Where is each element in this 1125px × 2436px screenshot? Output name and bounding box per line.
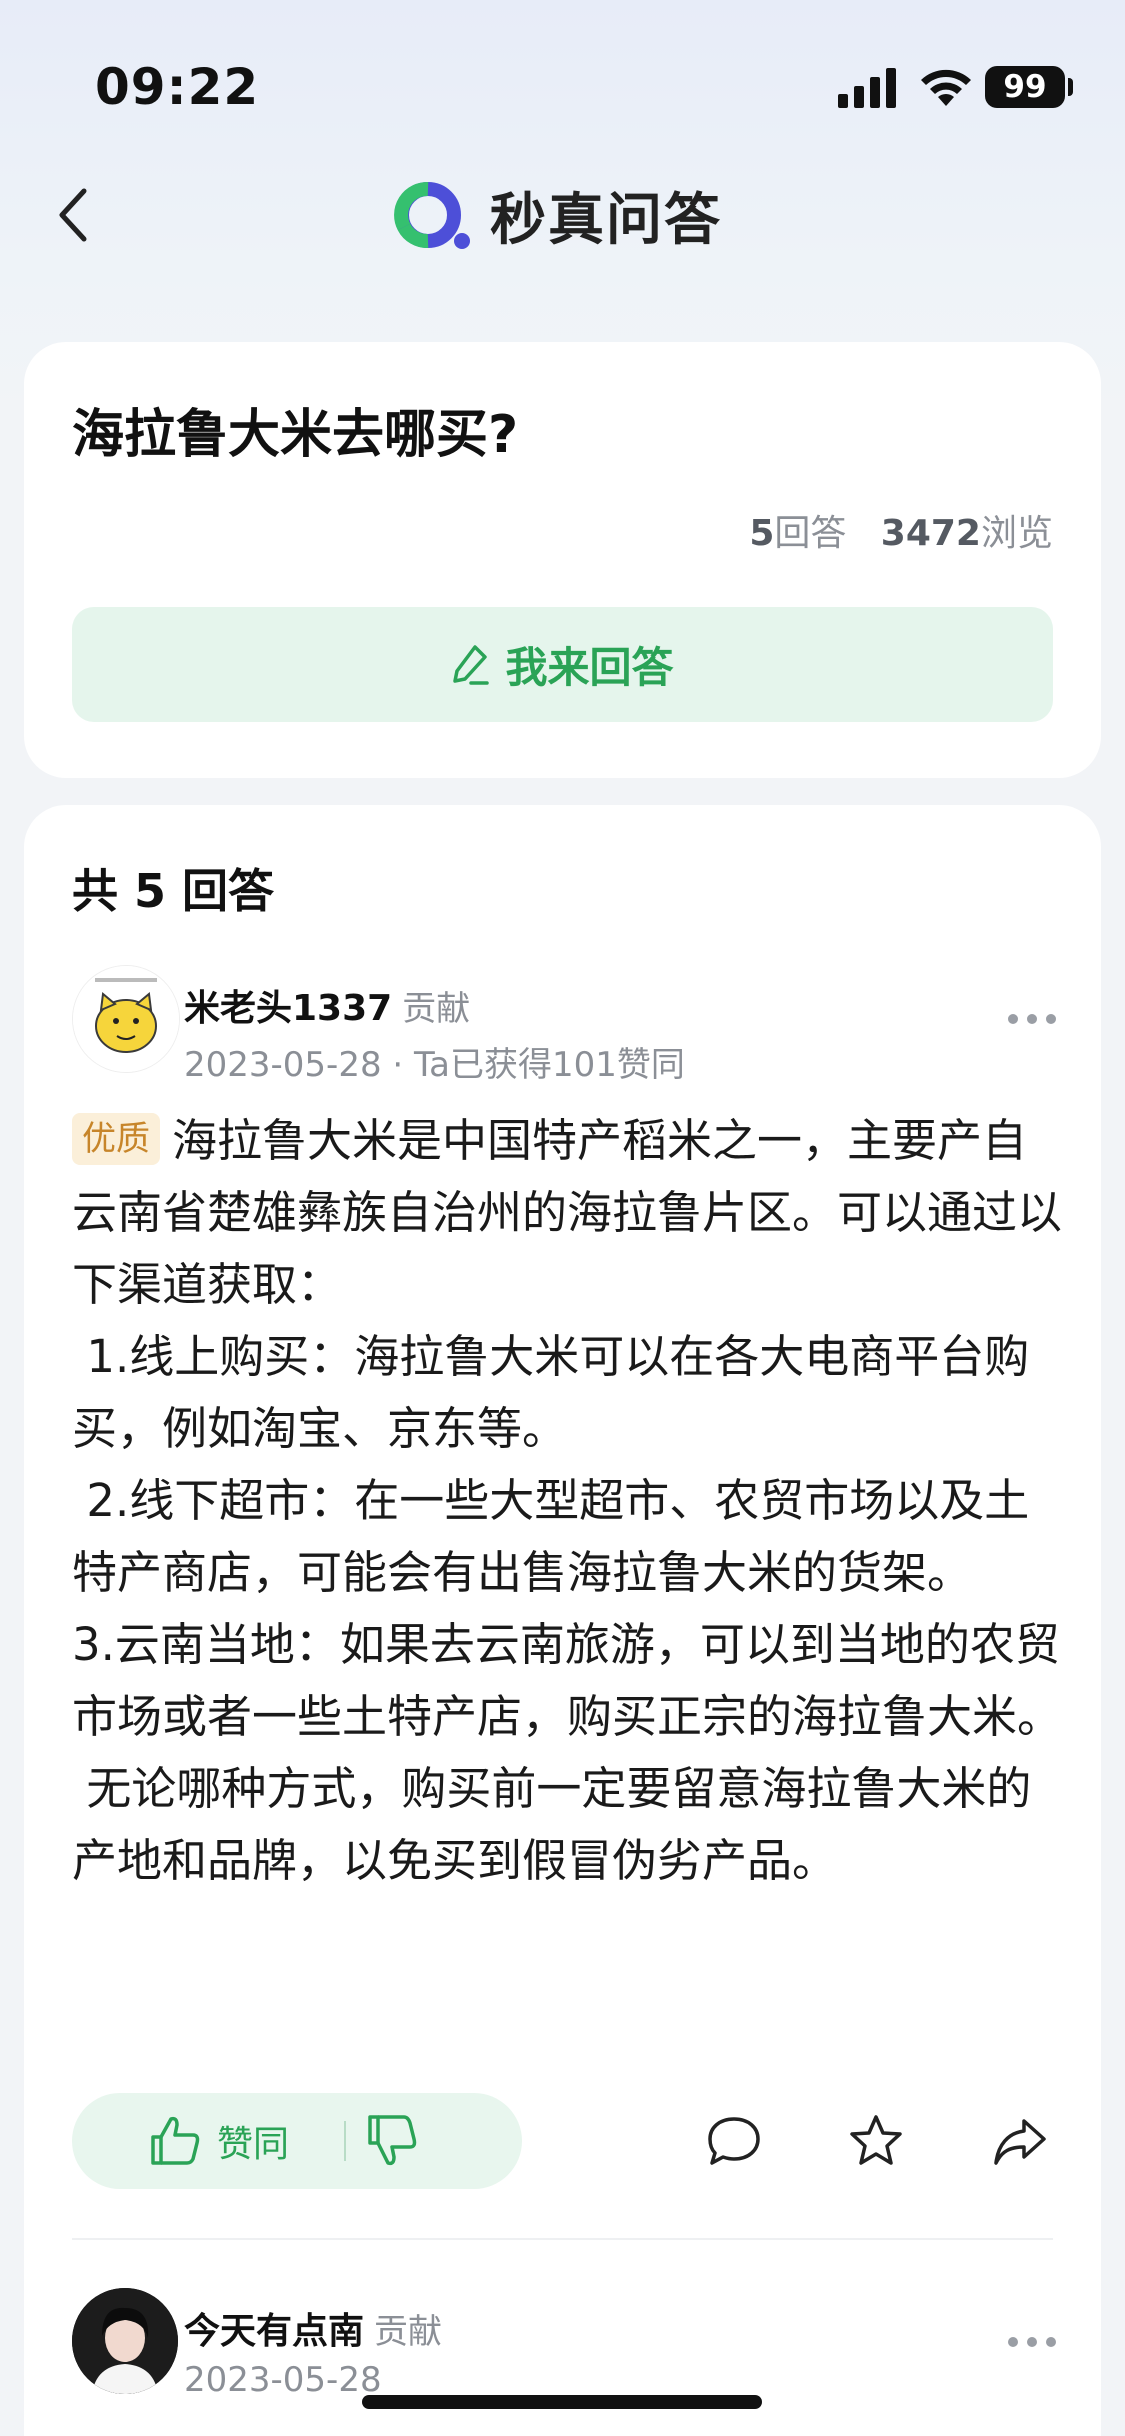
answers-label: 回答 bbox=[774, 513, 847, 554]
answer-paragraph: 3.云南当地：如果去云南旅游，可以到当地的农贸市场或者一些土特产店，购买正宗的海… bbox=[72, 1618, 1063, 1743]
user-photo-avatar-icon bbox=[72, 2288, 178, 2394]
quality-badge: 优质 bbox=[72, 1113, 160, 1165]
author-name[interactable]: 今天有点南 贡献 bbox=[184, 2302, 442, 2354]
more-options-icon[interactable] bbox=[1007, 1013, 1057, 1025]
star-icon[interactable] bbox=[846, 2111, 906, 2171]
like-label: 赞同 bbox=[217, 2124, 290, 2165]
cellular-signal-icon bbox=[838, 68, 896, 108]
answer-date: 2023-05-28 bbox=[184, 1045, 382, 1085]
answer-paragraph: 2.线下超市：在一些大型超市、农贸市场以及土特产商店，可能会有出售海拉鲁大米的货… bbox=[72, 1474, 1030, 1599]
answer-paragraph-text: 海拉鲁大米是中国特产稻米之一，主要产自云南省楚雄彝族自治州的海拉鲁片区。可以通过… bbox=[72, 1114, 1063, 1311]
brand-logo-icon bbox=[394, 182, 470, 249]
thumbs-down-icon bbox=[368, 2115, 417, 2166]
author-name-text: 今天有点南 bbox=[184, 2311, 365, 2352]
thumbs-up-icon bbox=[151, 2116, 200, 2165]
answers-card: 共 5 回答 米老头1337 贡献 2023-05-28 · Ta已获得101赞同 bbox=[24, 805, 1101, 2436]
dislike-button[interactable] bbox=[364, 2111, 420, 2175]
share-icon[interactable] bbox=[990, 2111, 1050, 2171]
views-label: 浏览 bbox=[980, 513, 1053, 554]
answer-meta: 2023-05-28 · Ta已获得101赞同 bbox=[184, 1037, 685, 1086]
page: 09:22 99 秒真问答 海拉鲁大米去哪买? 5回答 3472浏览 我来回答 … bbox=[0, 0, 1125, 2436]
author-name-text: 米老头1337 bbox=[184, 988, 393, 1029]
answer-date: 2023-05-28 bbox=[184, 2360, 382, 2400]
comment-icon[interactable] bbox=[704, 2111, 764, 2171]
status-bar: 09:22 99 bbox=[0, 0, 1125, 150]
write-answer-label: 我来回答 bbox=[505, 643, 674, 692]
author-tag: 贡献 bbox=[402, 989, 471, 1029]
answers-count: 5 bbox=[749, 513, 775, 554]
answer-paragraph: 无论哪种方式，购买前一定要留意海拉鲁大米的产地和品牌，以免买到假冒伪劣产品。 bbox=[72, 1762, 1032, 1887]
question-card: 海拉鲁大米去哪买? 5回答 3472浏览 我来回答 bbox=[24, 342, 1101, 778]
brand: 秒真问答 bbox=[392, 175, 722, 255]
cartoon-cat-avatar-icon bbox=[73, 966, 179, 1072]
back-arrow-icon[interactable] bbox=[52, 185, 92, 245]
write-answer-button[interactable]: 我来回答 bbox=[72, 607, 1053, 722]
question-stats: 5回答 3472浏览 bbox=[749, 504, 1053, 556]
battery-cap bbox=[1068, 78, 1073, 96]
views-count: 3472 bbox=[880, 513, 981, 554]
answer-paragraph: 1.线上购买：海拉鲁大米可以在各大电商平台购买，例如淘宝、京东等。 bbox=[72, 1330, 1030, 1455]
author-name[interactable]: 米老头1337 贡献 bbox=[184, 979, 470, 1031]
wifi-icon bbox=[921, 69, 971, 106]
avatar[interactable] bbox=[72, 965, 180, 1073]
avatar[interactable] bbox=[72, 2288, 178, 2394]
author-likes: Ta已获得101赞同 bbox=[414, 1045, 685, 1085]
answer-paragraph: 优质 海拉鲁大米是中国特产稻米之一，主要产自云南省楚雄彝族自治州的海拉鲁片区。可以… bbox=[72, 1105, 1062, 1321]
status-time: 09:22 bbox=[95, 58, 260, 116]
brand-name: 秒真问答 bbox=[490, 187, 722, 253]
answer-meta: 2023-05-28 bbox=[184, 2360, 382, 2400]
pencil-icon bbox=[453, 644, 490, 685]
home-indicator bbox=[362, 2395, 762, 2409]
answer-separator bbox=[72, 2238, 1053, 2240]
vote-divider bbox=[344, 2121, 346, 2161]
question-title: 海拉鲁大米去哪买? bbox=[72, 405, 519, 465]
battery-icon: 99 bbox=[985, 66, 1065, 108]
more-options-icon[interactable] bbox=[1007, 2336, 1057, 2348]
like-button[interactable]: 赞同 bbox=[147, 2111, 289, 2171]
vote-pill: 赞同 bbox=[72, 2093, 522, 2189]
answers-count-title: 共 5 回答 bbox=[72, 864, 275, 918]
author-tag: 贡献 bbox=[374, 2312, 443, 2352]
meta-dot: · bbox=[392, 1045, 415, 1085]
answer-body: 优质 海拉鲁大米是中国特产稻米之一，主要产自云南省楚雄彝族自治州的海拉鲁片区。可以… bbox=[72, 1105, 1062, 1897]
